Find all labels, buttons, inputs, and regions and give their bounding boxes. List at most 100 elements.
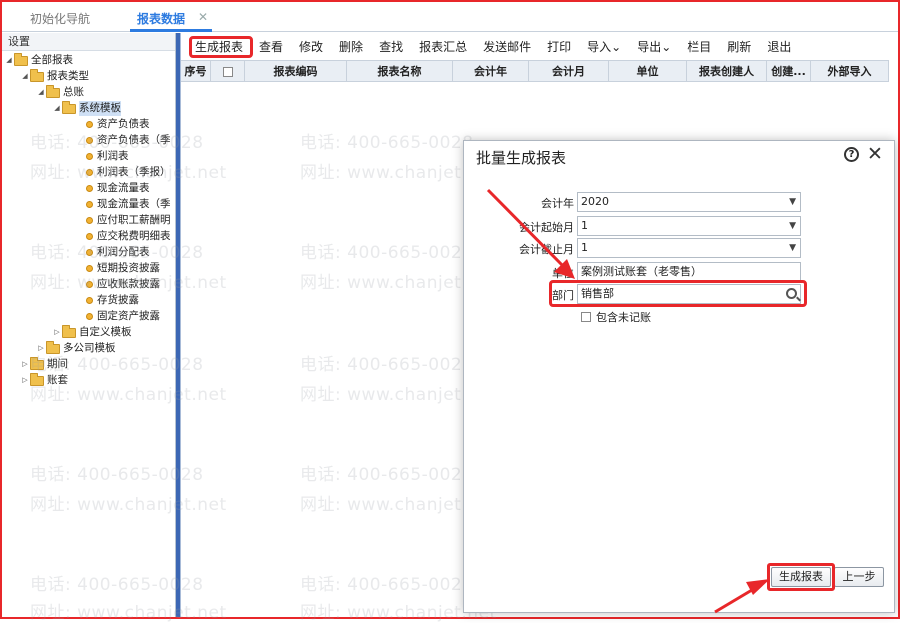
col-select-all[interactable] <box>211 61 245 81</box>
tree-item-report[interactable]: 现金流量表（季 <box>86 197 171 212</box>
tab-init-nav[interactable]: 初始化导航 <box>30 10 90 27</box>
folder-icon <box>62 100 76 114</box>
exit-button[interactable]: 退出 <box>767 38 791 55</box>
unit-field[interactable]: 案例测试账套（老零售） <box>577 262 801 282</box>
fiscal-year-select[interactable]: 2020 ▼ <box>577 192 801 212</box>
active-tab-indicator <box>130 29 212 32</box>
delete-button[interactable]: 删除 <box>339 38 363 55</box>
report-summary-button[interactable]: 报表汇总 <box>419 38 467 55</box>
tree-item-report[interactable]: 资产负债表 <box>86 117 150 132</box>
tree-item-report[interactable]: 利润表（季报） <box>86 165 171 180</box>
tree-item-report[interactable]: 存货披露 <box>86 293 139 308</box>
tree-item-report[interactable]: 应付职工薪酬明 <box>86 213 171 228</box>
tree-item-report[interactable]: 利润表 <box>86 149 129 164</box>
find-button[interactable]: 查找 <box>379 38 403 55</box>
folder-icon <box>46 84 60 98</box>
folder-icon <box>30 372 44 386</box>
collapsed-toggle-icon[interactable]: ▷ <box>20 373 30 388</box>
col-fiscal-month[interactable]: 会计月 <box>529 61 609 81</box>
department-highlight <box>549 280 807 307</box>
expanded-toggle-icon[interactable]: ◢ <box>52 101 62 116</box>
tree-item-report[interactable]: 短期投资披露 <box>86 261 160 276</box>
tree-item-period[interactable]: ▷ 期间 <box>20 356 68 372</box>
folder-icon <box>30 356 44 370</box>
tree-item-custom-templates[interactable]: ▷ 自定义模板 <box>52 324 132 340</box>
folder-icon <box>30 68 44 82</box>
tree-item-report[interactable]: 资产负债表（季 <box>86 133 171 148</box>
expanded-toggle-icon[interactable]: ◢ <box>4 53 14 68</box>
chevron-down-icon: ⌄ <box>611 39 622 54</box>
help-icon[interactable]: ? <box>844 147 859 162</box>
col-report-code[interactable]: 报表编码 <box>245 61 347 81</box>
close-icon[interactable]: ✕ <box>867 143 883 165</box>
chevron-down-icon: ⌄ <box>661 39 672 54</box>
tree-item-report[interactable]: 固定资产披露 <box>86 309 160 324</box>
field-start-month: 会计起始月 1 ▼ <box>464 216 804 236</box>
previous-step-button[interactable]: 上一步 <box>834 567 884 587</box>
tree-item-multi-company-templates[interactable]: ▷ 多公司模板 <box>36 340 116 356</box>
send-email-button[interactable]: 发送邮件 <box>483 38 531 55</box>
end-month-select[interactable]: 1 ▼ <box>577 238 801 258</box>
col-creator[interactable]: 报表创建人 <box>687 61 767 81</box>
col-fiscal-year[interactable]: 会计年 <box>453 61 529 81</box>
import-button[interactable]: 导入⌄ <box>587 38 621 55</box>
tree-item-all-reports[interactable]: ◢ 全部报表 <box>4 52 73 68</box>
view-button[interactable]: 查看 <box>259 38 283 55</box>
col-unit[interactable]: 单位 <box>609 61 687 81</box>
folder-icon <box>62 324 76 338</box>
tree-item-general-ledger[interactable]: ◢ 总账 <box>36 84 84 100</box>
report-icon <box>86 249 93 256</box>
report-icon <box>86 297 93 304</box>
field-fiscal-year: 会计年 2020 ▼ <box>464 192 804 212</box>
tree-item-system-templates[interactable]: ◢ 系统模板 <box>52 100 121 116</box>
tree-item-report-types[interactable]: ◢ 报表类型 <box>20 68 89 84</box>
start-month-select[interactable]: 1 ▼ <box>577 216 801 236</box>
report-icon <box>86 185 93 192</box>
export-button[interactable]: 导出⌄ <box>637 38 671 55</box>
expanded-toggle-icon[interactable]: ◢ <box>36 85 46 100</box>
include-unposted-checkbox[interactable] <box>581 312 591 322</box>
col-created[interactable]: 创建... <box>767 61 811 81</box>
tree-item-report[interactable]: 现金流量表 <box>86 181 150 196</box>
chevron-down-icon: ▼ <box>789 197 796 207</box>
folder-icon <box>14 52 28 66</box>
report-icon <box>86 313 93 320</box>
col-seq[interactable]: 序号 <box>181 61 211 81</box>
report-icon <box>86 217 93 224</box>
tab-close-icon[interactable]: ✕ <box>198 10 208 24</box>
tree-header[interactable]: 设置 <box>2 33 175 51</box>
field-end-month: 会计截止月 1 ▼ <box>464 238 804 258</box>
report-icon <box>86 121 93 128</box>
generate-button-highlight <box>767 563 835 591</box>
expanded-toggle-icon[interactable]: ◢ <box>20 69 30 84</box>
tab-report-data[interactable]: 报表数据 <box>137 10 185 27</box>
report-icon <box>86 281 93 288</box>
report-icon <box>86 137 93 144</box>
tree-item-account-set[interactable]: ▷ 账套 <box>20 372 68 388</box>
edit-button[interactable]: 修改 <box>299 38 323 55</box>
field-label: 会计年 <box>541 197 574 210</box>
chevron-down-icon: ▼ <box>789 221 796 231</box>
select-all-checkbox[interactable] <box>222 67 233 77</box>
include-unposted-label: 包含未记账 <box>596 311 651 324</box>
dialog-title: 批量生成报表 <box>476 149 567 167</box>
tree-item-report[interactable]: 应交税费明细表 <box>86 229 171 244</box>
col-report-name[interactable]: 报表名称 <box>347 61 453 81</box>
field-label: 单位 <box>552 267 574 280</box>
collapsed-toggle-icon[interactable]: ▷ <box>20 357 30 372</box>
columns-button[interactable]: 栏目 <box>687 38 711 55</box>
print-button[interactable]: 打印 <box>547 38 571 55</box>
include-unposted-row[interactable]: 包含未记账 <box>581 309 651 325</box>
toolbar: 生成报表 查看 修改 删除 查找 报表汇总 发送邮件 打印 导入⌄ 导出⌄ 栏目… <box>181 33 898 59</box>
tree-item-report[interactable]: 应收账款披露 <box>86 277 160 292</box>
batch-generate-dialog: 批量生成报表 ? ✕ 会计年 2020 ▼ 会计起始月 1 ▼ 会计截止月 1 ▼ 单… <box>463 140 895 613</box>
report-icon <box>86 153 93 160</box>
tree-item-report[interactable]: 利润分配表 <box>86 245 150 260</box>
collapsed-toggle-icon[interactable]: ▷ <box>36 341 46 356</box>
chevron-down-icon: ▼ <box>789 243 796 253</box>
collapsed-toggle-icon[interactable]: ▷ <box>52 325 62 340</box>
refresh-button[interactable]: 刷新 <box>727 38 751 55</box>
col-external-import[interactable]: 外部导入 <box>811 61 889 81</box>
report-icon <box>86 233 93 240</box>
tab-bar: 初始化导航 报表数据 ✕ <box>2 2 898 32</box>
